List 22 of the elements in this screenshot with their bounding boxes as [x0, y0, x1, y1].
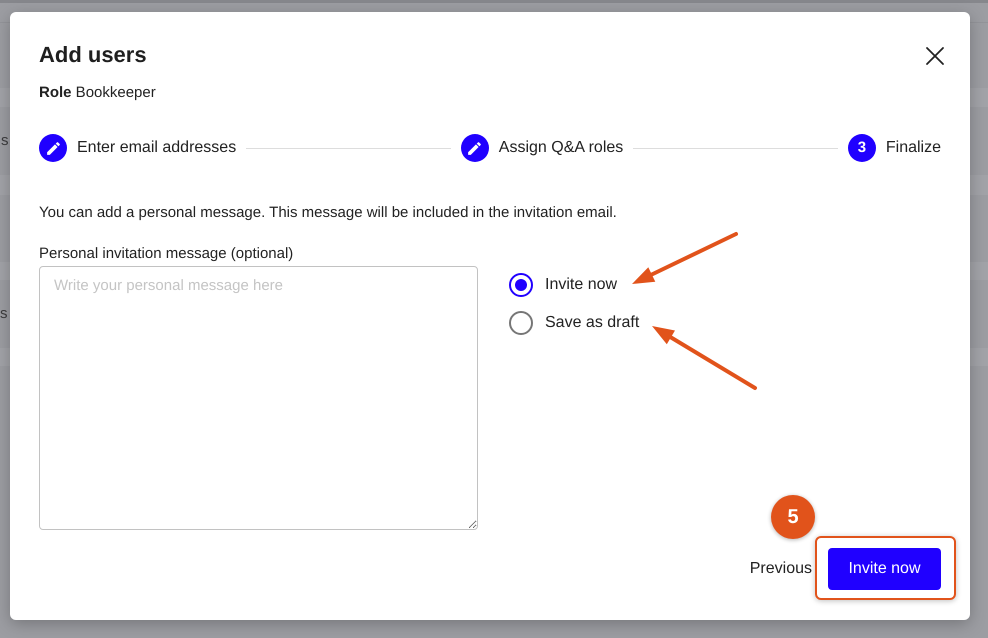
- radio-label: Invite now: [545, 275, 618, 295]
- background-text: s: [1, 132, 8, 150]
- intro-text: You can add a personal message. This message will be included in the invitation email.: [39, 203, 617, 223]
- role-text: Role Bookkeeper: [39, 83, 156, 103]
- radio-button[interactable]: [509, 311, 533, 335]
- message-textarea[interactable]: Write your personal message here: [39, 266, 478, 530]
- close-button[interactable]: [925, 46, 945, 66]
- step-label: Finalize: [886, 138, 942, 158]
- background-text: s: [0, 305, 8, 323]
- field-label: Personal invitation message (optional): [39, 244, 294, 264]
- radio-button[interactable]: [509, 273, 533, 297]
- step-label: Assign Q&A roles: [498, 138, 624, 158]
- pencil-icon: [460, 134, 489, 162]
- pencil-icon: [39, 134, 67, 162]
- radio-label: Save as draft: [545, 313, 640, 333]
- invite-now-button[interactable]: Invite now: [828, 548, 941, 590]
- step-number: 3: [848, 134, 876, 162]
- step-badge: 5: [771, 495, 815, 539]
- dialog-title: Add users: [39, 41, 147, 69]
- close-icon: [925, 46, 945, 66]
- step-label: Enter email addresses: [77, 138, 236, 158]
- previous-button[interactable]: Previous: [750, 559, 812, 579]
